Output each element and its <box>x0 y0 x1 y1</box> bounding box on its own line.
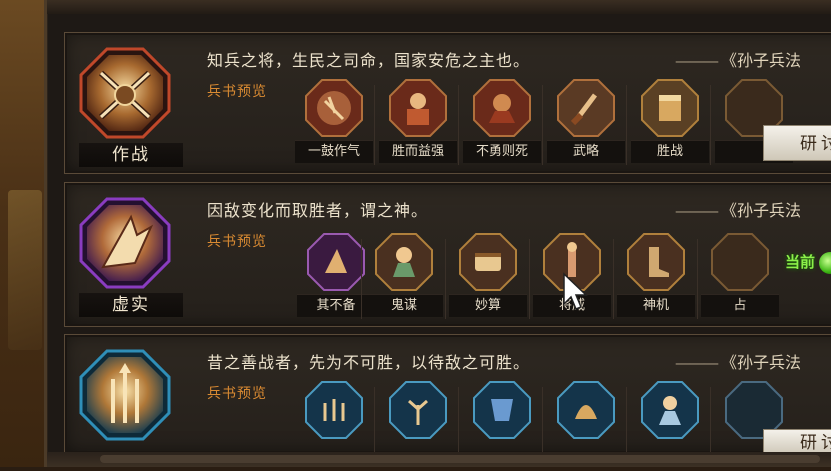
skill-name: 妙算 <box>449 294 527 317</box>
horizontal-scrollbar[interactable] <box>100 455 820 463</box>
skill-name: 一鼓作气 <box>295 140 373 163</box>
skill-item[interactable]: 占 <box>701 231 781 321</box>
skill-item[interactable]: 武略 <box>547 77 627 167</box>
skill-name: 胜战 <box>631 140 709 163</box>
army-skill-icon <box>305 381 363 439</box>
skill-divider <box>613 239 614 319</box>
strategist-skill-icon <box>375 233 433 291</box>
skill-item[interactable]: 一鼓作气 <box>295 77 375 167</box>
skill-name: 不勇则死 <box>463 140 541 163</box>
skill-divider <box>697 239 698 319</box>
skill-name: 胜而益强 <box>379 140 457 163</box>
skill-name: 其不备 <box>297 294 375 317</box>
warrior-skill-icon <box>389 79 447 137</box>
skill-name: 占 <box>701 294 779 317</box>
skill-name: 武略 <box>547 140 625 163</box>
quote-source: ——— 《孙子兵法 <box>675 51 802 70</box>
zuozhan-badge-icon <box>79 47 171 139</box>
book-preview-label: 兵书预览 <box>207 84 267 100</box>
research-button[interactable]: 研讨 <box>763 125 831 161</box>
surprise-skill-icon <box>307 233 365 291</box>
skill-name: 鬼谋 <box>365 294 443 317</box>
helmet-skill-icon <box>557 381 615 439</box>
sword-skill-icon <box>557 79 615 137</box>
skill-divider <box>361 239 362 319</box>
skill-list: 其不备 鬼谋 妙算 将威 神机 占 <box>297 231 797 323</box>
partial-skill-icon <box>711 233 769 291</box>
boot-skill-icon <box>627 233 685 291</box>
skill-divider <box>710 85 711 165</box>
card-quote: 知兵之将，生民之司命，国家安危之主也。 <box>207 51 531 70</box>
panel-top-strip <box>47 0 831 14</box>
skill-list: 一鼓作气 胜而益强 不勇则死 武略 胜战 <box>295 77 795 169</box>
xushi-badge-icon <box>79 197 171 289</box>
skill-divider <box>458 85 459 165</box>
current-strategy-tag: 当前 <box>785 251 831 274</box>
sage-skill-icon <box>641 381 699 439</box>
banner-skill-icon <box>641 79 699 137</box>
card-quote: 因敌变化而取胜者，谓之神。 <box>207 201 429 220</box>
book-preview-label: 兵书预览 <box>207 234 267 250</box>
skill-name: 神机 <box>617 294 695 317</box>
drum-skill-icon <box>305 79 363 137</box>
scroll-skill-icon <box>459 233 517 291</box>
shield-skill-icon <box>473 381 531 439</box>
book-preview-label: 兵书预览 <box>207 386 267 402</box>
quote-source: ——— 《孙子兵法 <box>675 353 802 372</box>
skill-item[interactable]: 妙算 <box>449 231 529 321</box>
skill-item[interactable]: 鬼谋 <box>365 231 445 321</box>
strategy-card-third[interactable]: 昔之善战者，先为不可胜，以待敌之可胜。 ———《孙子兵法 兵书预览 研讨 <box>64 334 831 467</box>
card-quote: 昔之善战者，先为不可胜，以待敌之可胜。 <box>207 353 531 372</box>
courage-skill-icon <box>473 79 531 137</box>
skill-item[interactable]: 胜战 <box>631 77 711 167</box>
current-orb-icon <box>819 252 831 274</box>
strategy-card-xushi[interactable]: 虚实 因敌变化而取胜者，谓之神。 ——— 《孙子兵法 兵书预览 其不备 鬼谋 妙算… <box>64 182 831 327</box>
skill-divider <box>445 239 446 319</box>
skill-divider <box>626 85 627 165</box>
skill-item[interactable]: 胜而益强 <box>379 77 459 167</box>
skill-item[interactable]: 不勇则死 <box>463 77 543 167</box>
skill-item[interactable]: 神机 <box>617 231 697 321</box>
quote-source: ——— 《孙子兵法 <box>675 201 802 220</box>
skill-divider <box>374 85 375 165</box>
mouse-cursor-icon <box>563 272 588 310</box>
card-title: 虚实 <box>79 293 183 317</box>
formation-badge-icon <box>79 349 171 441</box>
strategy-card-zuozhan[interactable]: 作战 知兵之将，生民之司命，国家安危之主也。 ——— 《孙子兵法 兵书预览 一鼓作… <box>64 32 831 174</box>
skill-divider <box>529 239 530 319</box>
skill-divider <box>542 85 543 165</box>
card-title: 作战 <box>79 143 183 167</box>
background-art-left <box>0 0 48 467</box>
plant-skill-icon <box>389 381 447 439</box>
